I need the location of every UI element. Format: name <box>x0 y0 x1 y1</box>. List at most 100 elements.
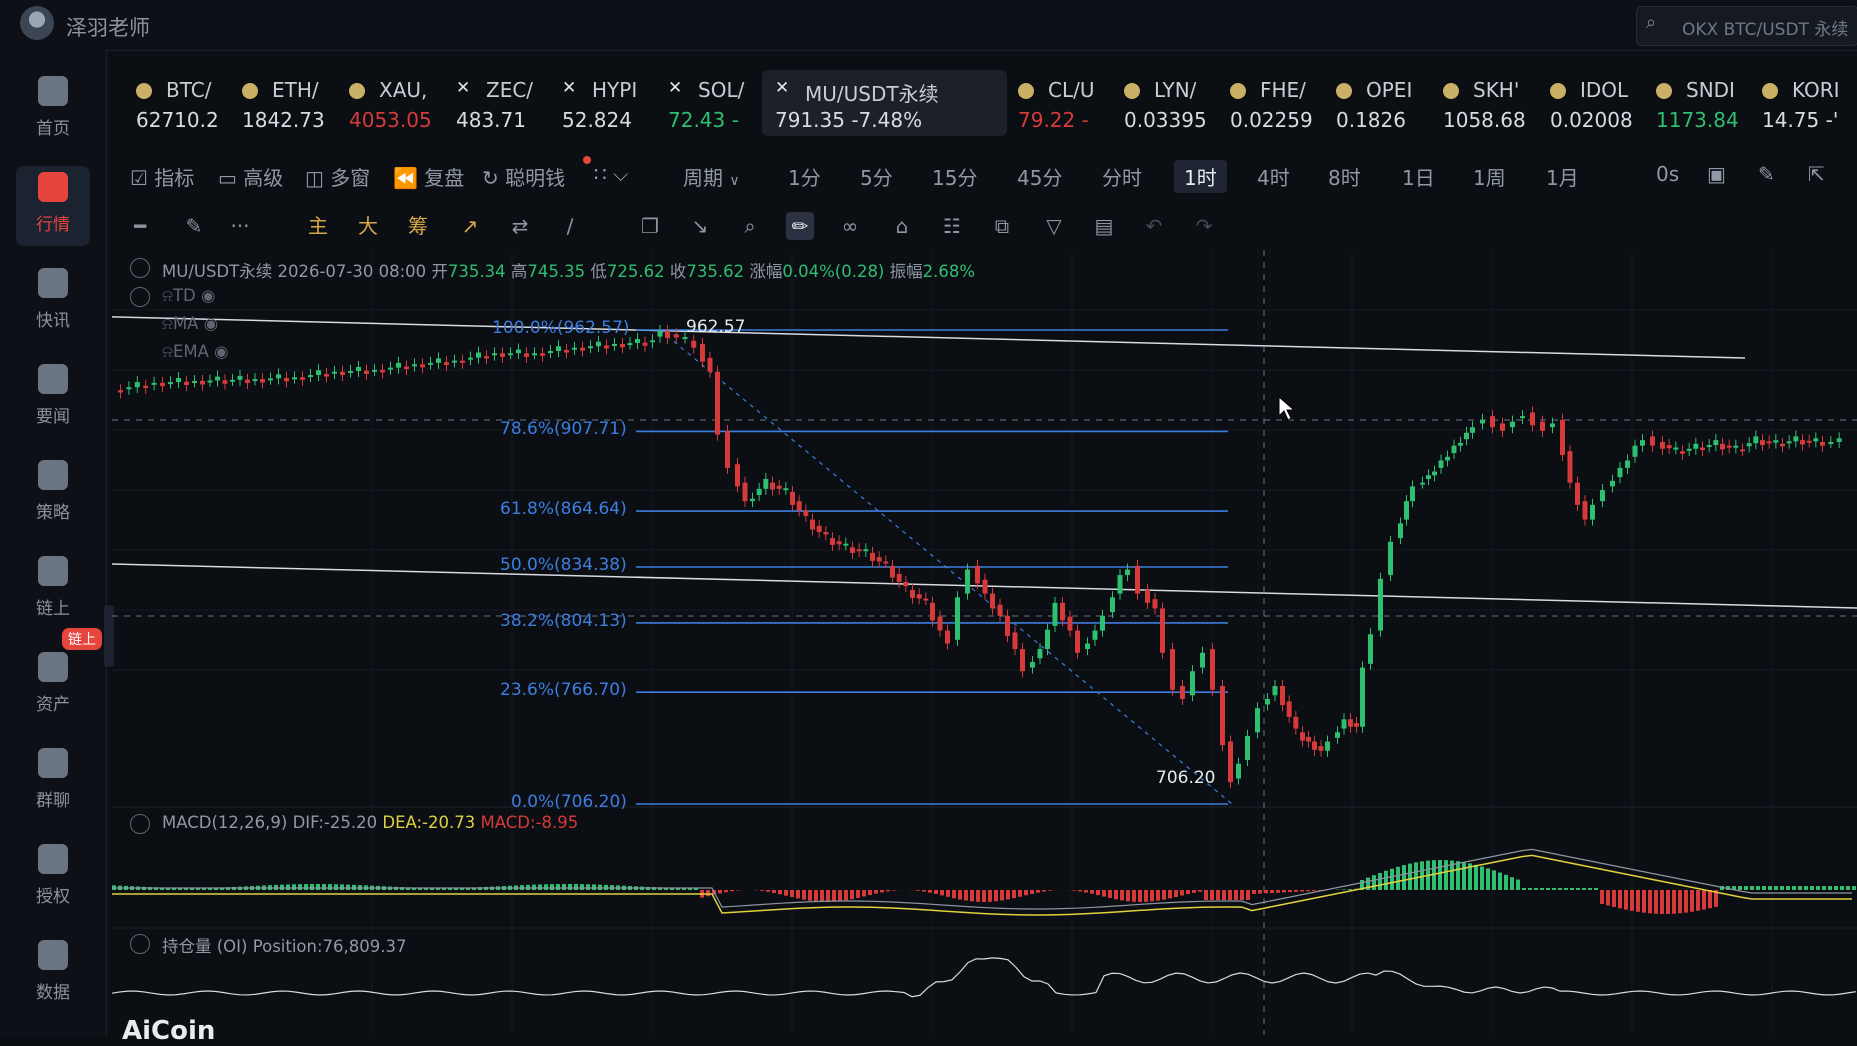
ticker-symbol: BTC/ <box>166 78 211 102</box>
collapse-info-icon[interactable] <box>130 258 150 278</box>
sidebar-item-3[interactable]: 要闻 <box>16 358 90 438</box>
redo-icon[interactable]: ↷ <box>1190 212 1218 240</box>
interval-0[interactable]: 1分 <box>788 162 821 191</box>
pencil-icon[interactable]: ✏ <box>786 212 814 240</box>
interval-4[interactable]: 分时 <box>1102 162 1142 191</box>
sidebar-item-4[interactable]: 策略 <box>16 454 90 534</box>
ticker-12[interactable]: IDOL0.02008 <box>1550 78 1656 138</box>
ticker-9[interactable]: FHE/0.02259 <box>1230 78 1336 138</box>
ticker-8[interactable]: LYN/0.03395 <box>1124 78 1230 138</box>
smart-money-button[interactable]: ↻ 聪明钱 <box>482 162 565 191</box>
magnet-icon[interactable]: ∞ <box>836 212 864 240</box>
search-icon[interactable]: ⌕ <box>1646 12 1656 33</box>
brush-icon[interactable]: ✎ <box>180 212 208 240</box>
interval-6[interactable]: 4时 <box>1257 162 1290 191</box>
overlay-ema[interactable]: ⍾EMA ◉ <box>162 342 229 362</box>
interval-9[interactable]: 1周 <box>1473 162 1506 191</box>
more-tools-button[interactable]: ··· <box>226 212 254 240</box>
sidebar-item-7[interactable]: 群聊 <box>16 742 90 822</box>
layout-dropdown[interactable]: ∷ ⌵ <box>594 162 628 186</box>
sidebar-item-2[interactable]: 快讯 <box>16 262 90 342</box>
macd-bar <box>1036 890 1040 893</box>
refresh-timer[interactable]: 0s <box>1656 162 1679 186</box>
interval-8[interactable]: 1日 <box>1402 162 1435 191</box>
ticker-10[interactable]: OPEI0.1826 <box>1336 78 1442 138</box>
macd-bar <box>1504 875 1508 890</box>
price-chart[interactable] <box>112 250 1857 1035</box>
candle <box>1135 566 1140 594</box>
interval-10[interactable]: 1月 <box>1546 162 1579 191</box>
market-chart-icon <box>38 172 68 202</box>
filter-icon[interactable]: ▽ <box>1040 212 1068 240</box>
undo-icon[interactable]: ↶ <box>1140 212 1168 240</box>
chips-button[interactable]: 筹 <box>404 212 432 240</box>
ticker-11[interactable]: SKH'1058.68 <box>1443 78 1549 138</box>
ruler-icon[interactable]: ━ <box>126 212 154 240</box>
macd-bar <box>1228 890 1232 900</box>
collapse-overlay-icon[interactable] <box>130 287 150 307</box>
lock-icon[interactable]: ⌂ <box>888 212 916 240</box>
candle <box>200 381 205 384</box>
ticker-6[interactable]: ✕MU/USDT永续791.35 -7.48% <box>775 78 995 138</box>
multi-window-button[interactable]: ◫ 多窗 <box>305 162 370 191</box>
edit-icon[interactable]: ✎ <box>1758 162 1775 186</box>
camera-icon[interactable]: ▣ <box>1707 162 1726 186</box>
username[interactable]: 泽羽老师 <box>66 12 150 42</box>
copy-icon[interactable]: ❐ <box>636 212 664 240</box>
sidebar-item-8[interactable]: 授权 <box>16 838 90 918</box>
ticker-2[interactable]: XAU,4053.05 <box>349 78 455 138</box>
indicator-button[interactable]: ☑ 指标 <box>130 162 194 191</box>
collapse-oi-icon[interactable] <box>130 934 150 954</box>
ticker-14[interactable]: KORI14.75 -' <box>1762 78 1857 138</box>
overlay-ma[interactable]: ⍾MA ◉ <box>162 314 218 334</box>
advanced-button[interactable]: ▭ 高级 <box>218 162 283 191</box>
interval-2[interactable]: 15分 <box>932 162 977 191</box>
macd-bar <box>1654 890 1658 914</box>
delete-icon[interactable]: ▤ <box>1090 212 1118 240</box>
candle <box>1560 420 1565 455</box>
replay-button[interactable]: ⏪ 复盘 <box>393 162 464 191</box>
compare-icon[interactable]: ⇄ <box>506 212 534 240</box>
ticker-5[interactable]: ✕SOL/72.43 - <box>668 78 774 138</box>
sidebar-item-9[interactable]: 数据 <box>16 934 90 1014</box>
ohlc-time: 2026-07-30 08:00 <box>277 262 426 281</box>
ticker-13[interactable]: SNDI1173.84 <box>1656 78 1762 138</box>
ticker-7[interactable]: CL/U79.22 - <box>1018 78 1124 138</box>
macd-bar <box>808 890 812 901</box>
avatar[interactable] <box>20 6 54 40</box>
eye-off-icon[interactable]: ◉ <box>204 314 218 333</box>
trend-icon[interactable]: ↗ <box>456 212 484 240</box>
share-icon[interactable]: ⇱ <box>1808 162 1825 186</box>
measure-icon[interactable]: ↘ <box>686 212 714 240</box>
sidebar-item-6[interactable]: 资产 <box>16 646 90 726</box>
interval-7[interactable]: 8时 <box>1328 162 1361 191</box>
template-icon[interactable]: ☷ <box>938 212 966 240</box>
collapse-macd-icon[interactable] <box>130 814 150 834</box>
candle <box>1013 632 1018 649</box>
sidebar-item-1[interactable]: 行情 <box>16 166 90 246</box>
large-order-button[interactable]: 大 <box>354 212 382 240</box>
period-dropdown[interactable]: 周期 ∨ <box>683 162 740 191</box>
interval-1[interactable]: 5分 <box>860 162 893 191</box>
eye-off-icon[interactable]: ◉ <box>201 286 215 305</box>
interval-3[interactable]: 45分 <box>1017 162 1062 191</box>
macd-bar <box>844 890 848 900</box>
macd-bar <box>1660 890 1664 914</box>
overlay-td[interactable]: ⍾TD ◉ <box>162 286 215 306</box>
macd-bar <box>1630 890 1634 911</box>
fib-level-label: 0.0%(706.20) <box>511 792 627 812</box>
main-chart-button[interactable]: 主 <box>304 212 332 240</box>
candle <box>1733 446 1738 448</box>
draw-line-icon[interactable]: ∕ <box>556 212 584 240</box>
candle <box>1110 597 1115 612</box>
zoom-icon[interactable]: ⌕ <box>736 212 764 240</box>
ticker-3[interactable]: ✕ZEC/483.71 <box>456 78 562 138</box>
sidebar-item-5[interactable]: 链上 <box>16 550 90 630</box>
sidebar-item-0[interactable]: 首页 <box>16 70 90 150</box>
interval-5[interactable]: 1时 <box>1174 160 1227 193</box>
ticker-0[interactable]: BTC/62710.2 <box>136 78 242 138</box>
ticker-4[interactable]: ✕HYPI52.824 <box>562 78 668 138</box>
ticker-1[interactable]: ETH/1842.73 <box>242 78 348 138</box>
eye-off-icon[interactable]: ◉ <box>214 342 228 361</box>
link-icon[interactable]: ⧉ <box>988 212 1016 240</box>
